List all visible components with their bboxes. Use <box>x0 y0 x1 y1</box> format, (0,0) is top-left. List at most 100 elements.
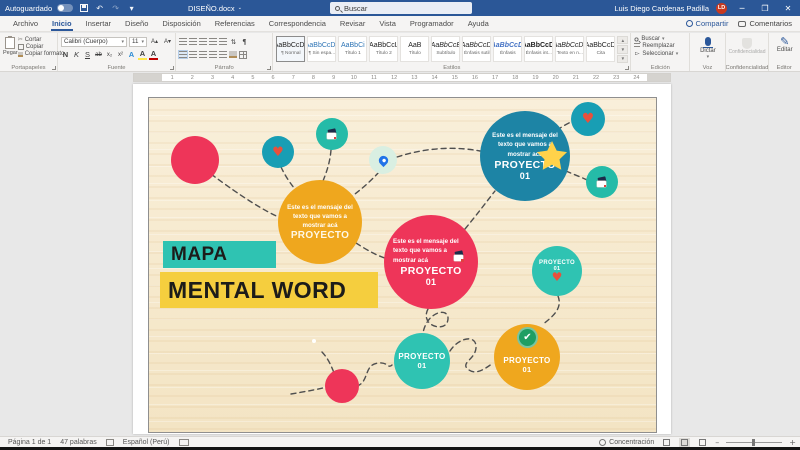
bold-button[interactable]: N <box>61 50 70 59</box>
borders-icon[interactable] <box>239 50 247 59</box>
page-indicator[interactable]: Página 1 de 1 <box>8 439 51 446</box>
node-heart-2[interactable]: ♥ <box>571 102 605 136</box>
autosave-toggle[interactable] <box>57 4 74 12</box>
node-proyecto-yellow[interactable]: ✔ PROYECTO 01 <box>494 324 560 390</box>
shrink-font-button[interactable]: A▾ <box>162 38 173 45</box>
italic-button[interactable]: K <box>72 50 81 59</box>
minimize-button[interactable]: ─ <box>734 1 750 15</box>
style-card[interactable]: AaBbCcE Subtítulo <box>431 36 461 62</box>
word-count[interactable]: 47 palabras <box>60 439 97 446</box>
redo-icon[interactable]: ↷ <box>110 3 121 13</box>
pilcrow-icon[interactable]: ¶ <box>240 38 249 46</box>
save-icon[interactable] <box>78 3 89 13</box>
style-card[interactable]: AaBbCcDi Énfasis <box>493 36 523 62</box>
document-title[interactable]: DISEÑO.docx <box>188 4 235 13</box>
sensitivity-button[interactable]: Confidencialidad <box>729 35 766 55</box>
ribbon-tab[interactable]: Correspondencia <box>262 17 333 31</box>
select-button[interactable]: ▻ Seleccionar ▾ <box>634 50 687 58</box>
ribbon-tab[interactable]: Programador <box>403 17 461 31</box>
node-pink-dot-1[interactable] <box>171 136 219 184</box>
font-size-combo[interactable]: 11 ▾ <box>129 36 147 47</box>
horizontal-ruler[interactable]: 1 2 3 4 5 6 7 8 9 10 11 12 13 14 15 16 17 18 19 20 21 22 23 24 <box>133 73 671 82</box>
node-mail-1[interactable] <box>316 118 348 150</box>
ribbon-tab[interactable]: Insertar <box>79 17 118 31</box>
style-card[interactable]: AaBbCcDi Énfasis sutil <box>462 36 492 62</box>
style-card[interactable]: AaBbCcDi Cita <box>586 36 616 62</box>
focus-mode-button[interactable]: Concentración <box>599 438 654 446</box>
style-card[interactable]: AaBbCcDc ¶ Normal <box>276 36 306 62</box>
subscript-button[interactable]: x₂ <box>105 52 114 58</box>
web-layout-button[interactable] <box>697 438 708 447</box>
clipboard-dialog-launcher[interactable] <box>52 66 56 70</box>
find-button[interactable]: Buscar ▾ <box>634 36 687 42</box>
style-card[interactable]: AaBbCcDc Texto en n... <box>555 36 585 62</box>
justify-icon[interactable] <box>209 51 217 58</box>
superscript-button[interactable]: x² <box>116 52 125 58</box>
title-banner-mental-word[interactable]: MENTAL WORD <box>160 272 378 308</box>
increase-indent-icon[interactable] <box>219 38 227 45</box>
avatar[interactable]: LD <box>716 2 727 14</box>
node-pin-1[interactable] <box>369 146 397 174</box>
styles-dialog-launcher[interactable] <box>625 66 630 70</box>
style-card[interactable]: AaBbCi Título 1 <box>338 36 368 62</box>
dictate-button[interactable]: Dictar ▾ <box>693 35 722 60</box>
style-card[interactable]: AaB Título <box>400 36 430 62</box>
node-mail-2[interactable] <box>586 166 618 198</box>
zoom-in-button[interactable]: + <box>789 438 796 447</box>
ribbon-tab[interactable]: Ayuda <box>461 17 496 31</box>
line-spacing-icon[interactable] <box>219 51 227 58</box>
user-name[interactable]: Luis Diego Cardenas Padilla <box>614 4 709 13</box>
text-effects-button[interactable]: A <box>127 50 136 59</box>
ribbon-tab[interactable]: Diseño <box>118 17 155 31</box>
grow-font-button[interactable]: A▴ <box>149 38 160 45</box>
bullets-icon[interactable] <box>179 38 187 45</box>
ribbon-tab[interactable]: Referencias <box>208 17 262 31</box>
font-color-button[interactable]: A <box>149 49 158 60</box>
paste-button[interactable]: Pegar <box>3 35 18 57</box>
shading-icon[interactable] <box>229 51 237 58</box>
styles-scroll-up-icon[interactable]: ▲ <box>617 36 629 45</box>
style-card[interactable]: AaBbCcL Título 2 <box>369 36 399 62</box>
font-family-combo[interactable]: Calibri (Cuerpo) ▾ <box>61 36 127 47</box>
share-button[interactable]: Compartir <box>685 19 728 28</box>
document-canvas[interactable]: ♥ Este es el mensaje del texto que vamos… <box>0 83 800 436</box>
node-bubble-yellow[interactable]: Este es el mensaje del texto que vamos a… <box>278 180 362 264</box>
undo-icon[interactable]: ↶ <box>94 3 105 13</box>
ribbon-tab[interactable]: Disposición <box>155 17 207 31</box>
zoom-slider[interactable] <box>726 438 783 446</box>
decrease-indent-icon[interactable] <box>209 38 217 45</box>
zoom-slider-thumb[interactable] <box>752 438 756 446</box>
font-dialog-launcher[interactable] <box>170 66 174 70</box>
node-proyecto-small-teal[interactable]: PROYECTO 01 ♥ <box>532 246 582 296</box>
multilevel-list-icon[interactable] <box>199 38 207 45</box>
node-heart-1[interactable]: ♥ <box>262 136 294 168</box>
style-card[interactable]: AaBbCcDi Énfasis int... <box>524 36 554 62</box>
numbering-icon[interactable] <box>189 38 197 45</box>
styles-more-icon[interactable]: ▼ <box>617 54 629 63</box>
title-banner-mapa[interactable]: MAPA <box>163 241 276 268</box>
node-proyecto-teal[interactable]: PROYECTO 01 <box>394 333 450 389</box>
read-mode-button[interactable] <box>661 438 672 447</box>
print-layout-button[interactable] <box>679 437 691 447</box>
ribbon-tab[interactable]: Vista <box>372 17 403 31</box>
quick-access-menu-icon[interactable]: ▾ <box>126 3 137 13</box>
ribbon-tab[interactable]: Inicio <box>45 17 79 31</box>
macro-record-icon[interactable] <box>178 438 189 446</box>
replace-button[interactable]: Reemplazar <box>634 43 687 49</box>
sort-icon[interactable]: ⇅ <box>229 38 238 46</box>
node-bubble-pink[interactable]: Este es el mensaje del texto que vamos a… <box>384 215 478 309</box>
maximize-button[interactable]: ❐ <box>757 1 773 15</box>
zoom-out-button[interactable]: – <box>715 438 719 447</box>
editor-button[interactable]: ✎ Editar <box>772 35 798 53</box>
align-left-icon[interactable] <box>178 50 188 59</box>
paragraph-dialog-launcher[interactable] <box>267 66 272 70</box>
proofing-book-icon[interactable] <box>105 438 114 446</box>
align-right-icon[interactable] <box>199 51 207 58</box>
language-indicator[interactable]: Español (Perú) <box>123 439 170 446</box>
search-box[interactable]: Buscar <box>330 2 472 14</box>
underline-button[interactable]: S <box>83 50 92 59</box>
ribbon-tab[interactable]: Revisar <box>333 17 372 31</box>
style-card[interactable]: AaBbCcDc ¶ Sin espa... <box>307 36 337 62</box>
node-pink-dot-2[interactable] <box>325 369 359 403</box>
comments-button[interactable]: Comentarios <box>738 19 792 28</box>
